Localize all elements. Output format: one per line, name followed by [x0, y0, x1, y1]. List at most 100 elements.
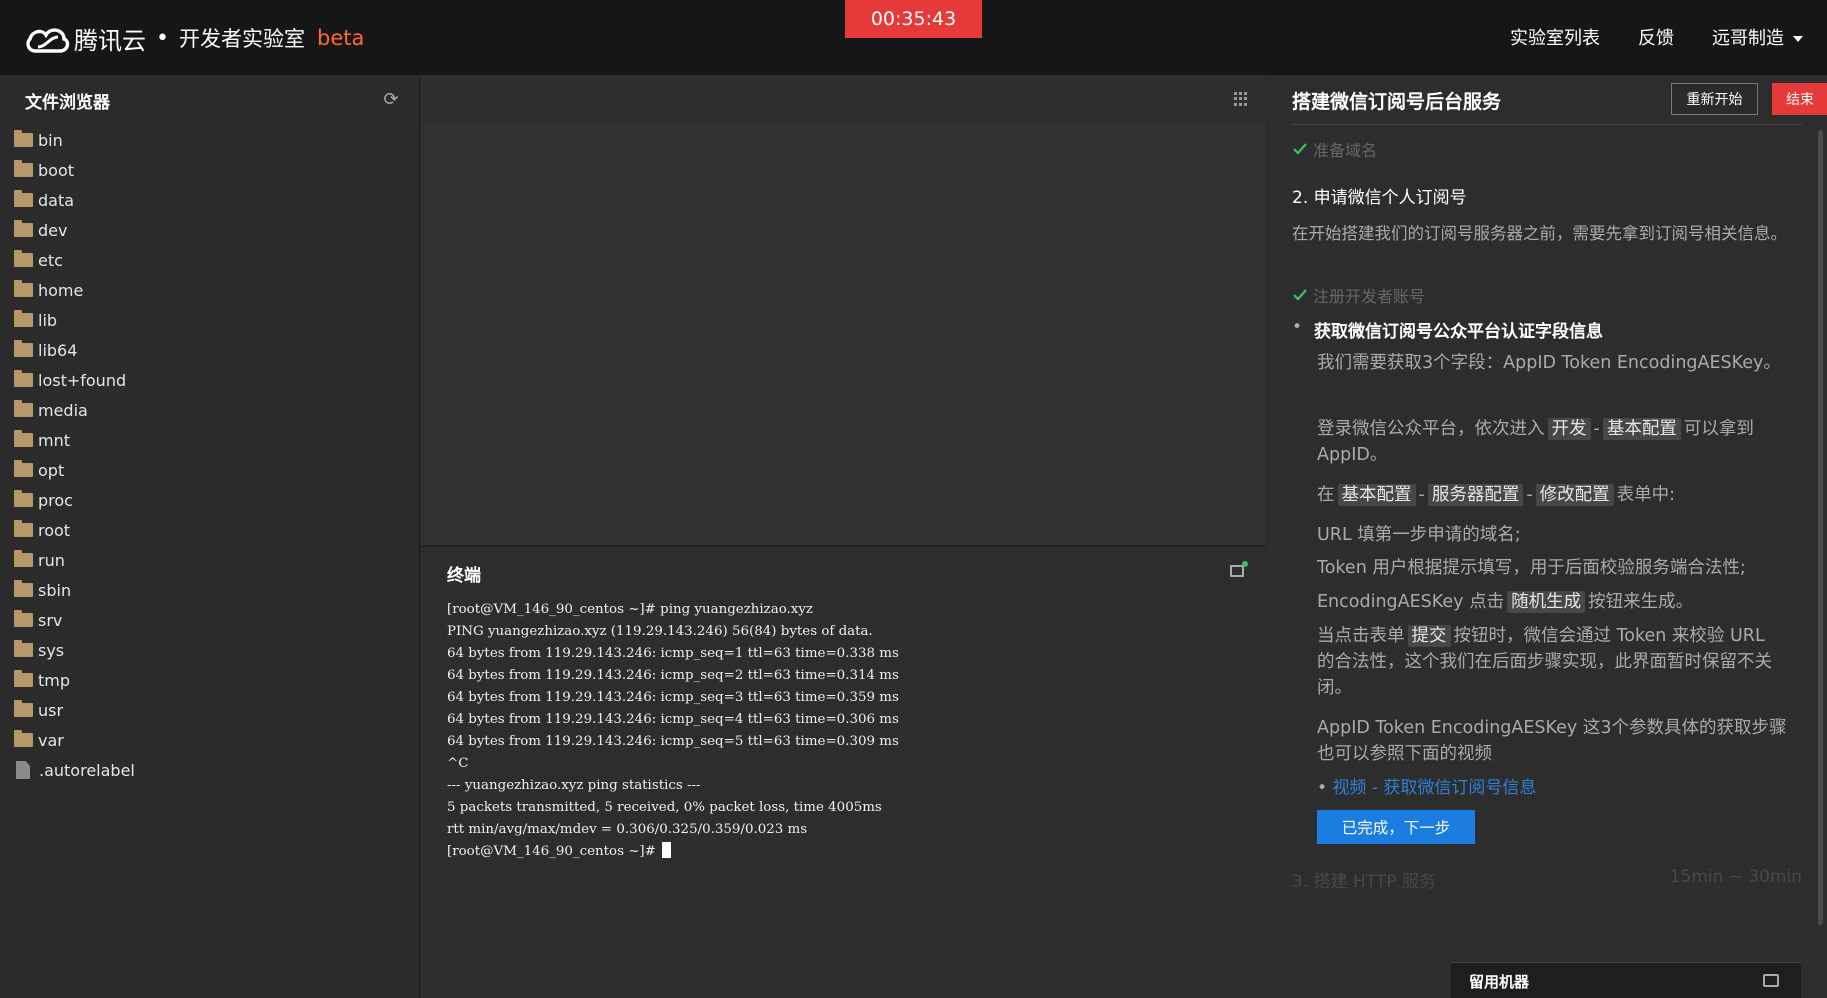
file-browser-header: 文件浏览器 ⟳ — [0, 75, 419, 125]
instruction-form: 在基本配置 - 服务器配置 - 修改配置 表单中: — [1317, 482, 1787, 508]
folder-item[interactable]: lost+found — [14, 365, 419, 395]
step-3-row[interactable]: 3. 搭建 HTTP 服务 15min ~ 30min — [1292, 867, 1802, 892]
file-browser-title: 文件浏览器 — [25, 92, 110, 113]
folder-item[interactable]: run — [14, 545, 419, 575]
instruction-fields: 我们需要获取3个字段：AppID Token EncodingAESKey。 — [1317, 353, 1781, 373]
folder-item[interactable]: usr — [14, 695, 419, 725]
file-icon — [16, 761, 30, 779]
folder-icon — [14, 490, 33, 507]
tag-server-config: 服务器配置 — [1427, 484, 1524, 506]
folder-item[interactable]: var — [14, 725, 419, 755]
folder-icon — [14, 730, 33, 747]
instruction-aeskey: EncodingAESKey 点击 随机生成 按钮来生成。 — [1317, 589, 1787, 615]
step-3-time: 15min ~ 30min — [1669, 867, 1802, 887]
folder-item[interactable]: data — [14, 185, 419, 215]
terminal-line: 5 packets transmitted, 5 received, 0% pa… — [447, 800, 882, 815]
brand-separator: • — [156, 25, 169, 51]
done-step-register[interactable]: 注册开发者账号 — [1292, 283, 1425, 307]
folder-icon — [14, 340, 33, 357]
folder-icon — [14, 640, 33, 657]
lab-title: 搭建微信订阅号后台服务 — [1292, 91, 1502, 113]
chat-icon[interactable] — [1763, 974, 1779, 987]
folder-icon — [14, 430, 33, 447]
file-name: etc — [38, 250, 63, 270]
folder-item[interactable]: etc — [14, 245, 419, 275]
file-name: root — [38, 520, 71, 540]
terminal-line: 64 bytes from 119.29.143.246: icmp_seq=1… — [447, 646, 899, 661]
file-name: srv — [38, 610, 63, 630]
file-name: lib64 — [38, 340, 78, 360]
folder-item[interactable]: lib64 — [14, 335, 419, 365]
folder-icon — [14, 610, 33, 627]
folder-icon — [14, 130, 33, 147]
file-name: run — [38, 550, 65, 570]
folder-item[interactable]: tmp — [14, 665, 419, 695]
terminal-prompt: [root@VM_146_90_centos ~]# — [447, 844, 661, 859]
terminal-line: PING yuangezhizao.xyz (119.29.143.246) 5… — [447, 624, 873, 639]
folder-icon — [14, 400, 33, 417]
folder-icon — [14, 310, 33, 327]
next-step-button[interactable]: 已完成，下一步 — [1317, 810, 1475, 844]
beta-badge: beta — [316, 26, 365, 50]
lab-guide-scrollbar[interactable] — [1818, 130, 1823, 925]
terminal-line: rtt min/avg/max/mdev = 0.306/0.325/0.359… — [447, 822, 808, 837]
file-name: sys — [38, 640, 65, 660]
file-item[interactable]: .autorelabel — [14, 755, 419, 785]
folder-icon — [14, 190, 33, 207]
folder-item[interactable]: boot — [14, 155, 419, 185]
logo[interactable]: 腾讯云 • 开发者实验室 beta — [24, 18, 364, 58]
folder-item[interactable]: home — [14, 275, 419, 305]
terminal-line: 64 bytes from 119.29.143.246: icmp_seq=5… — [447, 734, 899, 749]
file-name: sbin — [38, 580, 72, 600]
folder-item[interactable]: root — [14, 515, 419, 545]
folder-icon — [14, 370, 33, 387]
file-browser: 文件浏览器 ⟳ bin boot data dev etc home lib lib64 los… — [0, 75, 420, 998]
folder-item[interactable]: opt — [14, 455, 419, 485]
folder-item[interactable]: mnt — [14, 425, 419, 455]
folder-item[interactable]: srv — [14, 605, 419, 635]
terminal-line: --- yuangezhizao.xyz ping statistics --- — [447, 778, 701, 793]
terminal-output: [root@VM_146_90_centos ~]# ping yuangezh… — [447, 599, 899, 863]
cloud-logo-icon — [26, 28, 70, 53]
folder-icon — [14, 670, 33, 687]
done-step-domain[interactable]: 准备域名 — [1292, 137, 1377, 161]
terminal-title: 终端 — [447, 566, 481, 586]
folder-icon — [14, 280, 33, 297]
file-list: bin boot data dev etc home lib lib64 lost+found m… — [0, 125, 419, 785]
dash: - — [1418, 485, 1425, 505]
file-name: usr — [38, 700, 64, 720]
terminal-line: 64 bytes from 119.29.143.246: icmp_seq=2… — [447, 668, 899, 683]
video-link[interactable]: 视频 - 获取微信订阅号信息 — [1317, 773, 1536, 798]
instruction-video: AppID Token EncodingAESKey 这3个参数具体的获取步骤也… — [1317, 718, 1787, 764]
top-bar: 腾讯云 • 开发者实验室 beta 00:35:43 实验室列表 反馈 远哥制造 — [0, 0, 1827, 75]
folder-item[interactable]: dev — [14, 215, 419, 245]
brand-name: 腾讯云 — [74, 26, 146, 55]
restart-button[interactable]: 重新开始 — [1671, 83, 1758, 115]
check-icon — [1293, 143, 1307, 155]
keep-machine-bar[interactable]: 留用机器 — [1451, 962, 1801, 998]
file-name: opt — [38, 460, 65, 480]
folder-icon — [14, 520, 33, 537]
folder-icon — [14, 250, 33, 267]
done-step-label: 准备域名 — [1313, 141, 1378, 160]
instruction-url: URL 填第一步申请的域名; — [1317, 525, 1521, 545]
terminal-connect-icon[interactable] — [1230, 561, 1248, 577]
folder-item[interactable]: bin — [14, 125, 419, 155]
folder-item[interactable]: media — [14, 395, 419, 425]
terminal-prompt-line[interactable]: [root@VM_146_90_centos ~]# — [447, 841, 899, 863]
grid-menu-icon[interactable] — [1234, 92, 1248, 106]
end-button[interactable]: 结束 — [1772, 83, 1827, 115]
folder-item[interactable]: sys — [14, 635, 419, 665]
editor-area[interactable] — [421, 125, 1266, 545]
folder-item[interactable]: proc — [14, 485, 419, 515]
nav-user-menu[interactable]: 远哥制造 — [1712, 24, 1803, 50]
refresh-icon[interactable]: ⟳ — [381, 90, 401, 110]
folder-icon — [14, 220, 33, 237]
keep-machine-label: 留用机器 — [1469, 973, 1530, 991]
instruction-login: 登录微信公众平台，依次进入 开发 - 基本配置 可以拿到 AppID。 — [1317, 416, 1787, 468]
nav-feedback[interactable]: 反馈 — [1638, 24, 1674, 50]
folder-item[interactable]: lib — [14, 305, 419, 335]
nav-lab-list[interactable]: 实验室列表 — [1510, 24, 1600, 50]
terminal-panel[interactable]: 终端 [root@VM_146_90_centos ~]# ping yuang… — [421, 545, 1266, 998]
folder-item[interactable]: sbin — [14, 575, 419, 605]
